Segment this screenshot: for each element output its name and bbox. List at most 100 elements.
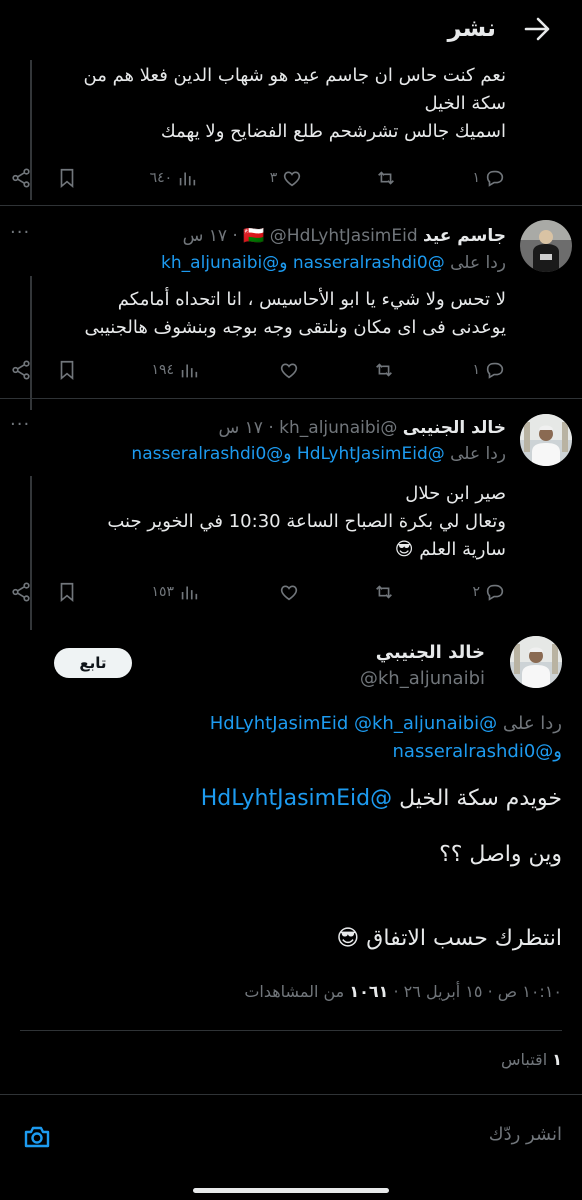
- heart-icon: [280, 363, 297, 379]
- bookmark-icon[interactable]: [56, 580, 78, 604]
- repost-icon: [376, 585, 392, 599]
- tweet-text: لا تحس ولا شيء يا ابو الأحاسيس ، انا اتح…: [16, 286, 506, 342]
- reply-context: ردا على @nasseralrashdi0 و@kh_aljunaibi: [161, 253, 506, 273]
- avatar[interactable]: [520, 220, 572, 272]
- bookmark-icon[interactable]: [56, 166, 78, 190]
- tweet-meta: ١٠:١٠ ص · ١٥ أبريل ٢٦ · ١٠٦١ من المشاهدا…: [244, 982, 562, 1001]
- views-count: ٦٤٠: [149, 170, 173, 186]
- like-button[interactable]: [274, 358, 300, 382]
- divider: [0, 1094, 582, 1095]
- reply-context: ردا على @HdLyhtJasimEid @kh_aljunaibi و@…: [22, 710, 562, 766]
- replies-count: ١: [472, 362, 480, 378]
- avatar[interactable]: [520, 414, 572, 466]
- heart-icon: [284, 171, 301, 187]
- tweet-text: نعم كنت حاس ان جاسم عيد هو شهاب الدين فع…: [16, 62, 506, 146]
- handle[interactable]: @kh_aljunaibi: [360, 668, 485, 689]
- views-icon: [179, 172, 196, 186]
- views-label: من المشاهدات: [244, 982, 345, 1001]
- share-icon[interactable]: [10, 166, 32, 190]
- divider: [20, 1030, 562, 1031]
- repost-button[interactable]: [373, 580, 399, 604]
- views-button[interactable]: ٦٤٠: [150, 166, 199, 190]
- quotes-label: اقتباس: [500, 1050, 548, 1069]
- back-arrow-icon[interactable]: [522, 14, 552, 44]
- tweet-header: خالد الجنيبى @kh_aljunaibi · ١٧ س: [219, 418, 506, 438]
- reply-context: ردا على @HdLyhtJasimEid و@nasseralrashdi…: [131, 444, 506, 464]
- tweet-line: انتظرك حسب الاتفاق 😎: [336, 926, 562, 951]
- tweet-line: صير ابن حلال: [405, 483, 506, 504]
- tweet-actions: ٦٤٠ ٣ ١: [10, 166, 506, 190]
- replies-count: ١: [472, 170, 480, 186]
- reply-icon: [486, 362, 504, 379]
- mention-link[interactable]: @nasseralrashdi0: [393, 741, 554, 762]
- reply-input[interactable]: انشر ردّك: [489, 1124, 562, 1145]
- reply-and: و: [553, 741, 562, 762]
- post-date: ١٥ أبريل ٢٦: [403, 982, 483, 1001]
- main-tweet-text: خويدم سكة الخيل @HdLyhtJasimEid: [22, 784, 562, 814]
- share-icon[interactable]: [10, 358, 32, 382]
- tweet-line: اسميك جالس تشرشحم طلع الفضايح ولا يهمك: [160, 121, 506, 142]
- display-name[interactable]: خالد الجنيبي: [376, 642, 485, 663]
- share-icon[interactable]: [10, 580, 32, 604]
- camera-icon[interactable]: [22, 1122, 52, 1152]
- repost-button[interactable]: [375, 166, 401, 190]
- avatar[interactable]: [510, 636, 562, 688]
- separator: ·: [232, 226, 238, 246]
- quotes-link[interactable]: ١ اقتباس: [501, 1050, 562, 1069]
- flag-emoji: 🇴🇲: [243, 226, 265, 246]
- views-icon: [181, 586, 198, 600]
- bookmark-icon[interactable]: [56, 358, 78, 382]
- reply-and: و: [279, 253, 288, 273]
- tweet-line: يوعدنى فى اى مكان ونلتقى وجه بوجه وبنشوف…: [84, 317, 506, 338]
- top-bar: نشر: [0, 0, 582, 60]
- repost-icon: [376, 363, 392, 377]
- mention-link[interactable]: @kh_aljunaibi: [354, 713, 479, 734]
- like-button[interactable]: ٣: [270, 166, 304, 190]
- more-icon[interactable]: ···: [10, 222, 30, 243]
- reply-icon: [486, 170, 504, 187]
- views-button[interactable]: ١٥٣: [151, 580, 200, 604]
- mention-link[interactable]: @nasseralrashdi0: [131, 444, 283, 464]
- tweet-line: وين واصل ؟؟: [439, 842, 562, 867]
- replies-count: ٢: [472, 584, 480, 600]
- handle[interactable]: @kh_aljunaibi: [279, 418, 397, 438]
- separator: ·: [268, 418, 274, 438]
- views-count: ١٠٦١: [349, 982, 389, 1001]
- repost-button[interactable]: [373, 358, 399, 382]
- follow-button[interactable]: تابع: [54, 648, 132, 678]
- views-button[interactable]: ١٩٤: [151, 358, 200, 382]
- tweet-header: جاسم عيد 🇴🇲 @HdLyhtJasimEid · ١٧ س: [183, 226, 506, 246]
- separator: ·: [393, 982, 399, 1001]
- tweet-actions: ١٩٤ ١: [10, 358, 506, 382]
- likes-count: ٣: [269, 170, 278, 186]
- repost-icon: [377, 171, 394, 185]
- timestamp: ١٧ س: [182, 226, 227, 246]
- like-button[interactable]: [274, 580, 300, 604]
- tweet-actions: ١٥٣ ٢: [10, 580, 506, 604]
- reply-button[interactable]: ١: [472, 358, 506, 382]
- tweet-line: سكة الخيل: [424, 93, 506, 114]
- post-time: ١٠:١٠ ص: [497, 982, 562, 1001]
- divider: [0, 398, 582, 399]
- mention-link[interactable]: @HdLyhtJasimEid: [297, 444, 445, 464]
- timestamp: ١٧ س: [218, 418, 263, 438]
- heart-icon: [280, 585, 297, 601]
- divider: [0, 205, 582, 206]
- more-icon[interactable]: ···: [10, 414, 30, 435]
- mention-link[interactable]: @kh_aljunaibi: [161, 253, 279, 273]
- reply-icon: [486, 584, 504, 601]
- separator: ·: [487, 982, 493, 1001]
- page-title: نشر: [447, 14, 496, 42]
- views-count: ١٥٣: [151, 584, 175, 600]
- handle[interactable]: @HdLyhtJasimEid: [270, 226, 418, 246]
- display-name[interactable]: جاسم عيد: [423, 226, 506, 246]
- mention-link[interactable]: @nasseralrashdi0: [293, 253, 445, 273]
- reply-button[interactable]: ٢: [472, 580, 506, 604]
- tweet-line: سارية العلم 😎: [394, 539, 506, 560]
- views-icon: [181, 364, 198, 378]
- display-name[interactable]: خالد الجنيبى: [403, 418, 506, 438]
- reply-button[interactable]: ١: [472, 166, 506, 190]
- views-count: ١٩٤: [151, 362, 175, 378]
- mention-link[interactable]: @HdLyhtJasimEid: [201, 786, 392, 811]
- tweet-line: وتعال لي بكرة الصباح الساعة 10:30 في الخ…: [107, 511, 506, 532]
